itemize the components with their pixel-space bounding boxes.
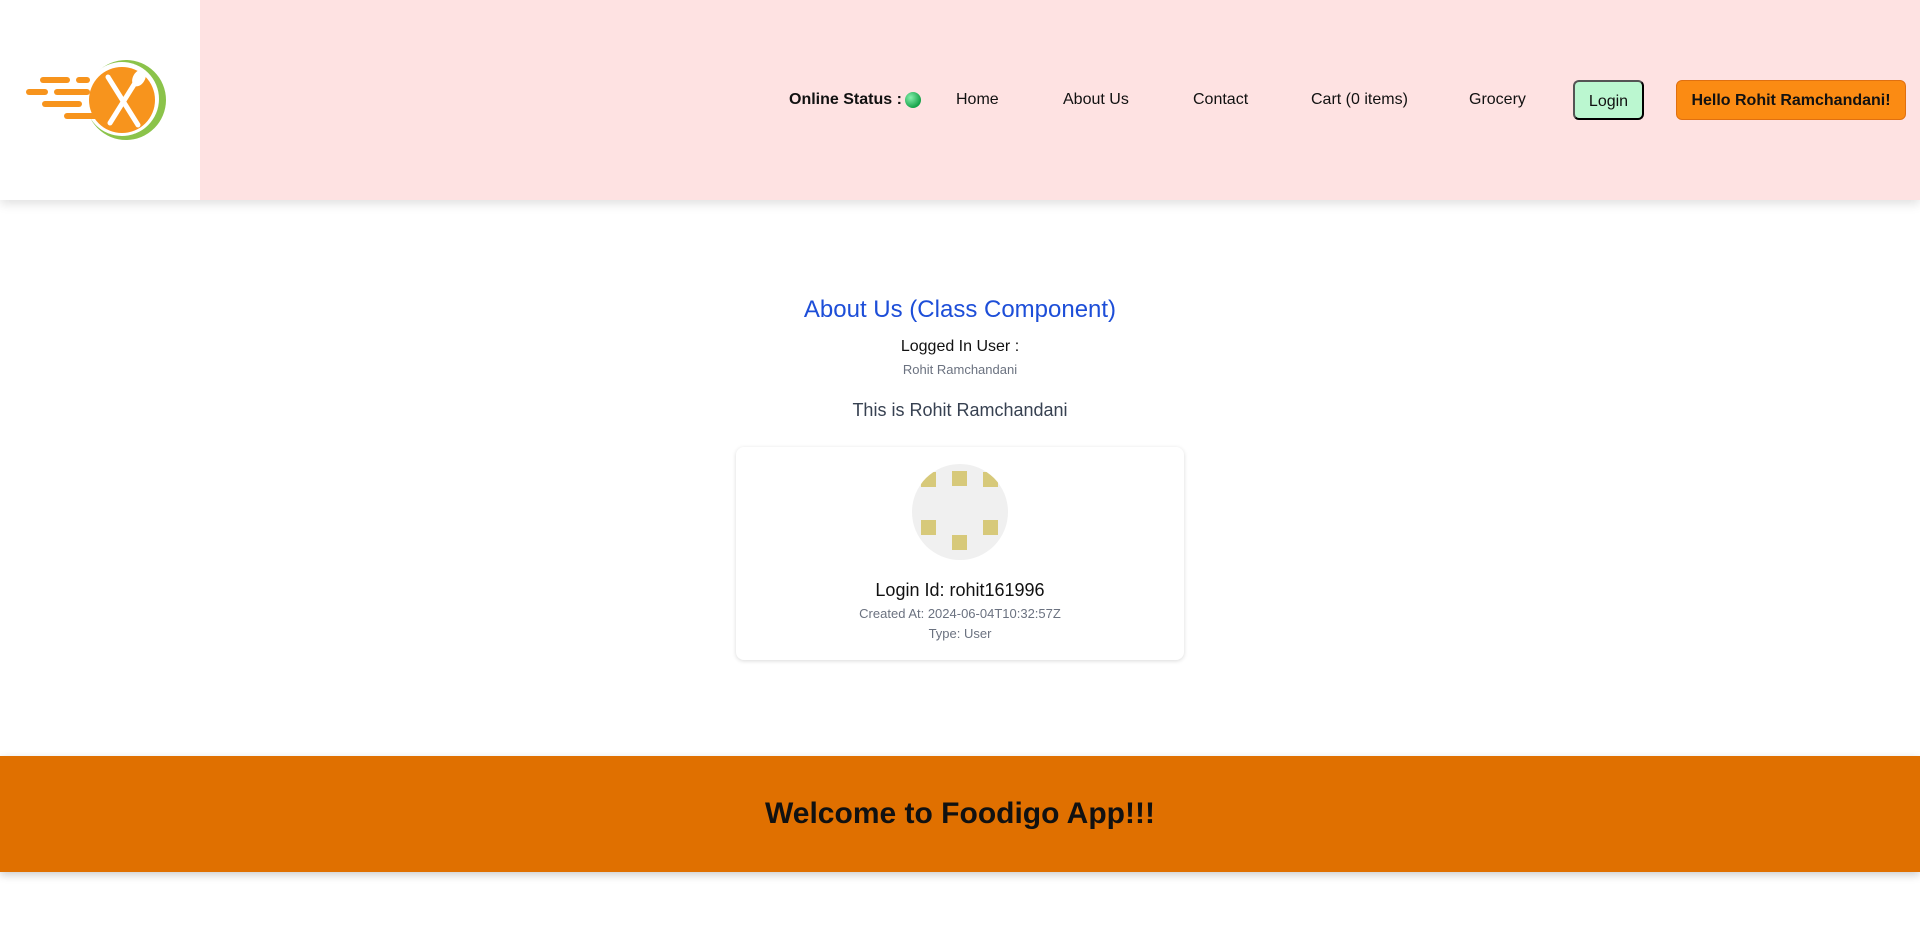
nav-contact-link[interactable]: Contact <box>1193 80 1248 120</box>
created-at: Created At: 2024-06-04T10:32:57Z <box>859 606 1061 621</box>
nav-cart-link[interactable]: Cart (0 items) <box>1311 80 1408 120</box>
header: Online Status : Home About Us Contact Ca… <box>0 0 1920 200</box>
logged-in-user-name: Rohit Ramchandani <box>902 362 1018 377</box>
login-id: Login Id: rohit161996 <box>875 580 1045 600</box>
user-greeting-button[interactable]: Hello Rohit Ramchandani! <box>1676 80 1906 120</box>
footer: Welcome to Foodigo App!!! <box>0 756 1920 872</box>
nav-about-link[interactable]: About Us <box>1063 80 1129 120</box>
top-nav: Online Status : Home About Us Contact Ca… <box>0 80 1920 120</box>
identicon-avatar <box>912 464 1008 560</box>
footer-welcome-text: Welcome to Foodigo App!!! <box>765 797 1155 830</box>
logged-in-label: Logged In User : <box>900 338 1020 355</box>
intro-text: This is Rohit Ramchandani <box>852 400 1068 420</box>
user-card: Login Id: rohit161996 Created At: 2024-0… <box>736 447 1184 660</box>
nav-grocery-link[interactable]: Grocery <box>1469 80 1526 120</box>
user-type: Type: User <box>928 626 992 641</box>
nav-home-link[interactable]: Home <box>956 80 999 120</box>
online-status-dot-icon <box>905 92 921 108</box>
page-title: About Us (Class Component) <box>803 296 1117 323</box>
login-button[interactable]: Login <box>1573 80 1644 120</box>
online-status-label: Online Status : <box>789 91 902 108</box>
